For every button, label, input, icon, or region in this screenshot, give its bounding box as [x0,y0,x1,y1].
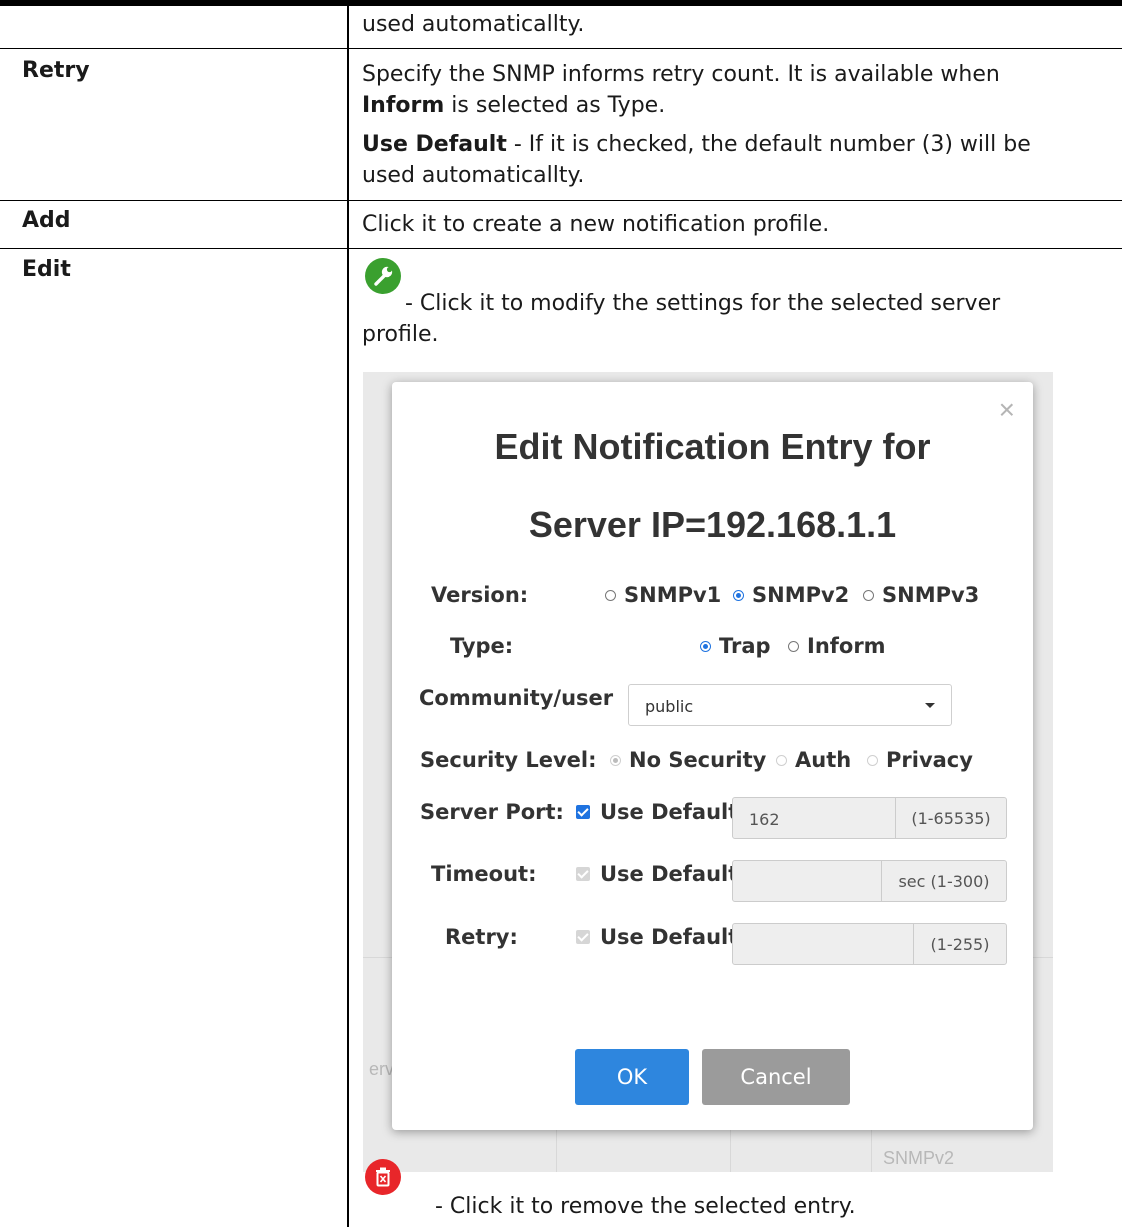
wrench-icon [365,258,401,294]
community-select[interactable]: public [628,684,952,726]
add-description: Click it to create a new notification pr… [362,212,830,237]
version-label: Version: [431,583,529,607]
type-label: Type: [450,634,514,658]
retry-desc-line3: Use Default - If it is checked, the defa… [362,132,1031,157]
retry-label: Retry [22,58,90,83]
delete-description: - Click it to remove the selected entry. [435,1194,856,1219]
table-top-border [0,0,1122,6]
timeout-input: sec (1-300) [732,860,1007,902]
close-icon[interactable]: × [999,396,1015,424]
community-label: Community/user [419,686,614,710]
retry-desc-line2: Inform is selected as Type. [362,93,666,118]
dialog-title-line2: Server IP=192.168.1.1 [528,504,897,545]
add-label: Add [22,208,71,233]
cancel-button[interactable]: Cancel [702,1049,850,1105]
row-divider [0,48,1122,49]
column-divider [347,6,349,1227]
ok-button[interactable]: OK [575,1049,689,1105]
version-option-snmpv2[interactable]: SNMPv2 [733,583,849,607]
timeout-label: Timeout: [431,862,537,886]
version-option-snmpv3[interactable]: SNMPv3 [863,583,979,607]
server-port-range: (1-65535) [895,798,1006,838]
retry-input: (1-255) [732,923,1007,965]
dialog-title-line1: Edit Notification Entry for [494,426,931,467]
timeout-use-default-checkbox: Use Default [576,862,738,886]
edit-desc-line2: profile. [362,322,439,347]
security-option-no-security: No Security [610,748,766,772]
retry-field-label: Retry: [445,925,518,949]
row-divider [0,248,1122,249]
type-option-trap[interactable]: Trap [700,634,771,658]
background-fragment: SNMPv2 [883,1148,955,1168]
retry-range: (1-255) [913,924,1006,964]
server-port-use-default-checkbox[interactable]: Use Default [576,800,738,824]
server-port-value: 162 [749,810,780,829]
server-port-label: Server Port: [420,800,564,824]
timeout-range: sec (1-300) [881,861,1006,901]
security-option-auth: Auth [776,748,851,772]
retry-desc-line1: Specify the SNMP informs retry count. It… [362,62,1000,87]
trash-icon [365,1159,401,1195]
row0-description: used automaticallty. [362,12,585,37]
version-option-snmpv1[interactable]: SNMPv1 [605,583,721,607]
retry-use-default-checkbox: Use Default [576,925,738,949]
edit-label: Edit [22,257,71,282]
background-fragment: erv [369,1059,395,1079]
parameter-table: used automaticallty. Retry Specify the S… [0,0,1122,1227]
edit-desc-line1: - Click it to modify the settings for th… [405,291,1001,316]
row-divider [0,200,1122,201]
security-option-privacy: Privacy [867,748,973,772]
community-value: public [645,697,694,716]
type-option-inform[interactable]: Inform [788,634,886,658]
server-port-input[interactable]: 162 (1-65535) [732,797,1007,839]
retry-desc-line4: used automaticallty. [362,163,585,188]
chevron-down-icon [925,703,935,708]
security-level-label: Security Level: [420,748,597,772]
